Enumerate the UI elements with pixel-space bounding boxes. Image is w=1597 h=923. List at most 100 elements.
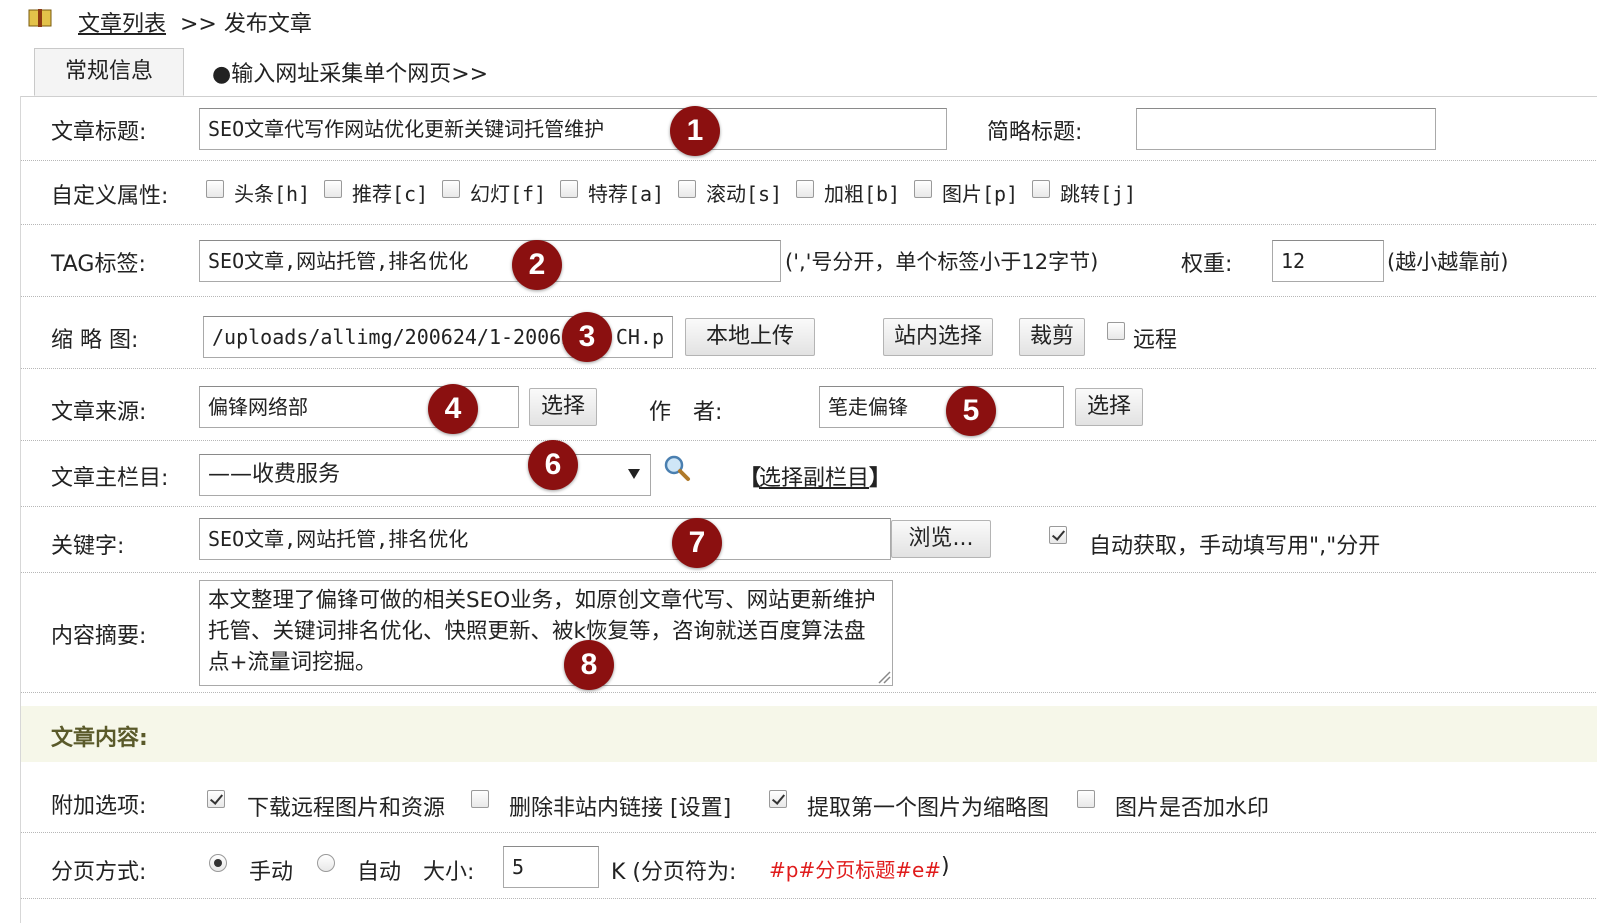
title-input[interactable]: SEO文章代写作网站优化更新关键词托管维护	[199, 108, 947, 150]
badge-4: 4	[428, 384, 478, 434]
paging-auto-label: 自动	[357, 860, 402, 885]
flag-checkbox[interactable]	[442, 180, 460, 198]
sub-category-close-bracket: 】	[869, 466, 892, 491]
badge-1: 1	[670, 106, 720, 156]
breadcrumb: 文章列表 >> 发布文章	[0, 0, 1597, 44]
author-label: 作 者:	[649, 400, 723, 425]
options-label: 附加选项:	[51, 794, 147, 819]
tags-input[interactable]: SEO文章,网站托管,排名优化	[199, 240, 781, 282]
paging-close: )	[941, 854, 950, 879]
flag-label: 图片[p]	[942, 182, 1019, 206]
thumbnail-row: 缩 略 图: /uploads/allimg/200624/1-200624 C…	[21, 296, 1597, 369]
paging-label: 分页方式:	[51, 860, 147, 885]
flags-group: 头条[h] 推荐[c] 幻灯[f] 特荐[a] 滚动[s] 加粗[b] 图片[p] 跳转[j]	[206, 178, 1206, 208]
flags-label: 自定义属性:	[51, 184, 169, 209]
author-select-button[interactable]: 选择	[1075, 388, 1143, 426]
badge-7: 7	[672, 518, 722, 568]
title-row: 文章标题: SEO文章代写作网站优化更新关键词托管维护 简略标题:	[21, 96, 1597, 161]
flag-checkbox[interactable]	[324, 180, 342, 198]
flag-label: 滚动[s]	[706, 182, 783, 206]
short-title-input[interactable]	[1136, 108, 1436, 150]
auto-keywords-checkbox[interactable]	[1049, 526, 1067, 544]
paging-manual-label: 手动	[249, 860, 294, 885]
content-section-title: 文章内容:	[51, 726, 148, 751]
tab-bar: 常规信息 ●输入网址采集单个网页>>	[20, 48, 1597, 97]
tags-label: TAG标签:	[51, 252, 146, 277]
download-remote-label: 下载远程图片和资源	[247, 796, 446, 821]
flag-label: 跳转[j]	[1060, 182, 1137, 206]
search-icon[interactable]	[663, 454, 691, 482]
tags-row: TAG标签: SEO文章,网站托管,排名优化 (','号分开，单个标签小于12字…	[21, 224, 1597, 297]
title-label: 文章标题:	[51, 120, 147, 145]
tags-hint: (','号分开，单个标签小于12字节)	[785, 250, 1099, 274]
source-label: 文章来源:	[51, 400, 147, 425]
local-upload-button[interactable]: 本地上传	[685, 318, 815, 356]
flag-checkbox[interactable]	[914, 180, 932, 198]
category-selected-value: ——收费服务	[208, 462, 341, 487]
category-label: 文章主栏目:	[51, 466, 169, 491]
breadcrumb-article-list-link[interactable]: 文章列表	[78, 6, 166, 38]
watermark-label: 图片是否加水印	[1115, 796, 1270, 821]
keywords-input[interactable]: SEO文章,网站托管,排名优化	[199, 518, 891, 560]
paging-size-label: 大小:	[423, 860, 475, 885]
flag-checkbox[interactable]	[206, 180, 224, 198]
category-row: 文章主栏目: ——收费服务 【 选择副栏目 】	[21, 440, 1597, 507]
select-sub-category-link[interactable]: 选择副栏目	[759, 460, 869, 492]
site-select-button[interactable]: 站内选择	[883, 318, 993, 356]
badge-3: 3	[562, 312, 612, 362]
book-icon	[28, 9, 52, 27]
badge-8: 8	[564, 640, 614, 690]
flag-checkbox[interactable]	[1032, 180, 1050, 198]
paging-size-input[interactable]: 5	[503, 846, 599, 888]
auto-keywords-label: 自动获取，手动填写用","分开	[1089, 534, 1381, 559]
flag-checkbox[interactable]	[796, 180, 814, 198]
tab-general-info[interactable]: 常规信息	[34, 48, 184, 96]
article-form: 文章标题: SEO文章代写作网站优化更新关键词托管维护 简略标题: 自定义属性:…	[20, 96, 1597, 923]
weight-input[interactable]: 12	[1272, 240, 1384, 282]
browse-button[interactable]: 浏览...	[891, 520, 991, 558]
crop-button[interactable]: 裁剪	[1019, 318, 1085, 356]
tab-collect-url[interactable]: ●输入网址采集单个网页>>	[212, 56, 488, 88]
extract-first-image-checkbox[interactable]	[769, 790, 787, 808]
download-remote-checkbox[interactable]	[207, 790, 225, 808]
summary-textarea[interactable]: 本文整理了偏锋可做的相关SEO业务，如原创文章代写、网站更新维护托管、关键词排名…	[199, 580, 893, 686]
source-select-button[interactable]: 选择	[529, 388, 597, 426]
flag-label: 幻灯[f]	[470, 182, 547, 206]
category-select[interactable]: ——收费服务	[199, 454, 651, 496]
breadcrumb-current: >> 发布文章	[180, 12, 312, 37]
thumbnail-label: 缩 略 图:	[51, 328, 139, 353]
remote-label: 远程	[1133, 328, 1178, 353]
weight-label: 权重:	[1181, 252, 1233, 277]
paging-row: 分页方式: 手动 自动 大小: 5 K (分页符为: #p#分页标题#e# )	[21, 832, 1597, 899]
watermark-checkbox[interactable]	[1077, 790, 1095, 808]
remove-external-links-checkbox[interactable]	[471, 790, 489, 808]
author-input[interactable]: 笔走偏锋	[819, 386, 1064, 428]
flag-label: 特荐[a]	[588, 182, 665, 206]
flags-row: 自定义属性: 头条[h] 推荐[c] 幻灯[f] 特荐[a] 滚动[s] 加粗[b] 图片[…	[21, 160, 1597, 225]
flag-checkbox[interactable]	[560, 180, 578, 198]
resize-handle-icon[interactable]	[877, 670, 891, 684]
paging-manual-radio[interactable]	[209, 854, 227, 872]
chevron-down-icon	[628, 469, 640, 479]
remove-external-links-label: 删除非站内链接 [设置]	[509, 796, 732, 821]
content-section-header: 文章内容:	[21, 706, 1597, 762]
remote-checkbox[interactable]	[1107, 322, 1125, 340]
flag-checkbox[interactable]	[678, 180, 696, 198]
badge-2: 2	[512, 240, 562, 290]
paging-marker: #p#分页标题#e#	[769, 858, 942, 882]
summary-label: 内容摘要:	[51, 624, 147, 649]
badge-6: 6	[528, 440, 578, 490]
paging-unit-text: K (分页符为:	[611, 860, 737, 885]
flag-label: 头条[h]	[234, 182, 311, 206]
summary-row: 内容摘要: 本文整理了偏锋可做的相关SEO业务，如原创文章代写、网站更新维护托管…	[21, 572, 1597, 693]
thumbnail-path-tail: CH.p	[615, 325, 664, 349]
sub-category-open-bracket: 【	[739, 466, 762, 491]
extract-first-image-label: 提取第一个图片为缩略图	[807, 796, 1050, 821]
short-title-label: 简略标题:	[987, 120, 1083, 145]
badge-5: 5	[946, 386, 996, 436]
keywords-label: 关键字:	[51, 534, 125, 559]
paging-auto-radio[interactable]	[317, 854, 335, 872]
source-row: 文章来源: 偏锋网络部 选择 作 者: 笔走偏锋 选择	[21, 368, 1597, 441]
weight-hint: (越小越靠前)	[1387, 250, 1509, 274]
flag-label: 推荐[c]	[352, 182, 429, 206]
